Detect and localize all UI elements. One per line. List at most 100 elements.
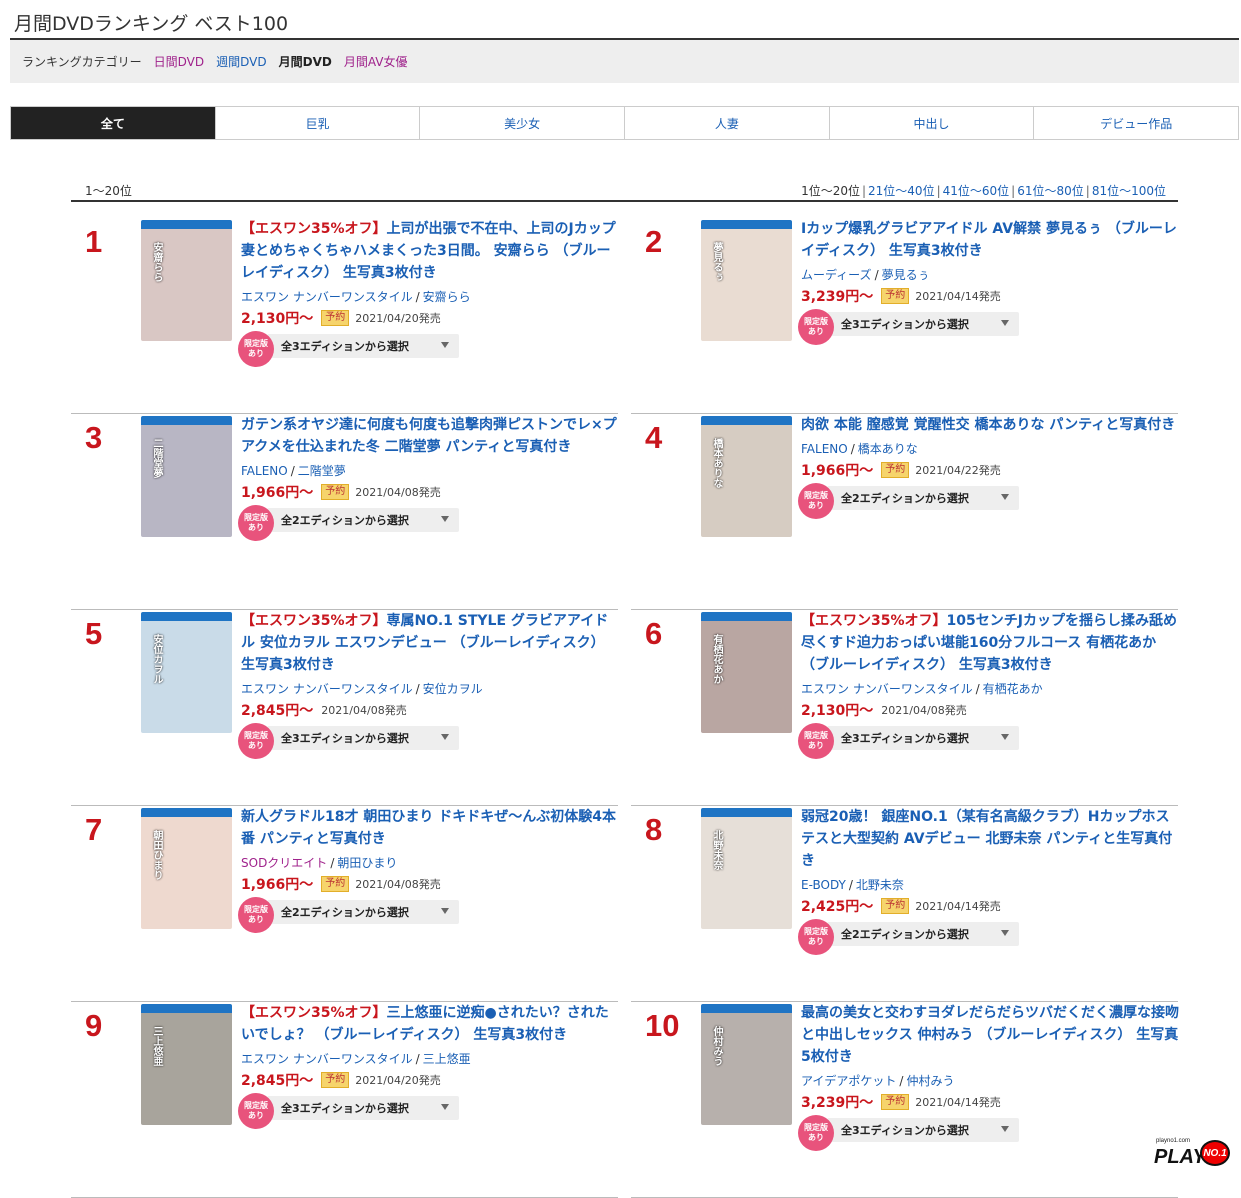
actress-link[interactable]: 夢見るぅ [882,268,930,282]
edition-select[interactable]: 全3エディションから選択 [267,334,459,358]
actress-link[interactable]: 二階堂夢 [298,464,346,478]
edition-select[interactable]: 全2エディションから選択 [827,486,1019,510]
tab-debut[interactable]: デビュー作品 [1034,107,1239,139]
range-21-40-link[interactable]: 21位〜40位 [868,184,935,198]
maker-link[interactable]: FALENO [241,464,288,478]
maker-link[interactable]: アイデアポケット [801,1074,896,1088]
maker-link[interactable]: エスワン ナンバーワンスタイル [241,1052,413,1066]
product-title-link[interactable]: 最高の美女と交わすヨダレだらだらツバだくだく濃厚な接吻と中出しセックス 仲村みう… [801,1002,1181,1068]
product-title-link[interactable]: 新人グラドル18才 朝田ひまり ドキドキぜ〜んぶ初体験4本番 パンティと写真付き [241,806,621,850]
edition-select[interactable]: 全2エディションから選択 [827,922,1019,946]
edition-select[interactable]: 全3エディションから選択 [267,1096,459,1120]
category-weekly-dvd-link[interactable]: 週間DVD [216,53,266,70]
chevron-down-icon [1001,320,1009,326]
actress-link[interactable]: 仲村みう [906,1074,954,1088]
maker-link[interactable]: エスワン ナンバーワンスタイル [241,290,413,304]
product-title[interactable]: 新人グラドル18才 朝田ひまり ドキドキぜ〜んぶ初体験4本番 パンティと写真付き [241,809,616,847]
tab-married-woman[interactable]: 人妻 [625,107,830,139]
edition-select-label: 全2エディションから選択 [841,492,969,505]
range-81-100-link[interactable]: 81位〜100位 [1092,184,1166,198]
product-title[interactable]: 弱冠20歳！ 銀座NO.1（某有名高級クラブ）Hカップホステスと大型契約 AVデ… [801,809,1172,869]
tab-all[interactable]: 全て [11,107,216,139]
actress-link[interactable]: 安位カヲル [423,682,483,696]
chevron-down-icon [1001,1126,1009,1132]
edition-select[interactable]: 全2エディションから選択 [267,900,459,924]
product-cover-image[interactable]: 三上悠亜 [141,1004,232,1125]
edition-select[interactable]: 全3エディションから選択 [267,726,459,750]
ranking-item: 7 朝田ひまり 新人グラドル18才 朝田ひまり ドキドキぜ〜んぶ初体験4本番 パンテ… [71,806,618,1002]
actress-link[interactable]: 安齋らら [423,290,471,304]
maker-link[interactable]: エスワン ナンバーワンスタイル [801,682,973,696]
maker-link[interactable]: エスワン ナンバーワンスタイル [241,682,413,696]
edition-select[interactable]: 全3エディションから選択 [827,312,1019,336]
range-61-80-link[interactable]: 61位〜80位 [1017,184,1084,198]
product-cover-image[interactable]: 有栖花あか [701,612,792,733]
product-title-link[interactable]: 【エスワン35%オフ】上司が出張で不在中、上司のJカップ妻とめちゃくちゃハメまく… [241,218,621,284]
product-title[interactable]: 最高の美女と交わすヨダレだらだらツバだくだく濃厚な接吻と中出しセックス 仲村みう… [801,1005,1179,1065]
product-title-link[interactable]: 弱冠20歳！ 銀座NO.1（某有名高級クラブ）Hカップホステスと大型契約 AVデ… [801,806,1181,872]
product-title-link[interactable]: ガテン系オヤジ達に何度も何度も追撃肉弾ピストンでレ×プアクメを仕込まれた冬 二階… [241,414,621,458]
product-cover-image[interactable]: 橋本ありな [701,416,792,537]
rank-number: 8 [645,812,663,847]
tab-big-breasts[interactable]: 巨乳 [215,107,421,139]
edition-row: 限定版 あり 全3エディションから選択 [238,723,621,759]
chevron-down-icon [441,342,449,348]
product-cover-image[interactable]: 北野未奈 [701,808,792,929]
product-title-link[interactable]: 【エスワン35%オフ】専属NO.1 STYLE グラビアアイドル 安位カヲル エ… [241,610,621,676]
product-cover-image[interactable]: 朝田ひまり [141,808,232,929]
reserve-badge: 予約 [321,876,350,892]
reserve-badge: 予約 [881,462,910,478]
product-title[interactable]: 肉欲 本能 膣感覚 覚醒性交 橋本ありな パンティと写真付き [801,417,1175,433]
tab-beautiful-girl[interactable]: 美少女 [420,107,626,139]
product-title-link[interactable]: 【エスワン35%オフ】105センチJカップを揺らし揉み舐め尽くすド迫力おっぱい堪… [801,610,1181,676]
price-line: 1,966円〜 予約 2021/04/22発売 [801,459,1181,481]
edition-select[interactable]: 全3エディションから選択 [827,726,1019,750]
page-title: 月間DVDランキング ベスト100 [14,13,289,35]
ranking-item: 3 二階堂夢 ガテン系オヤジ達に何度も何度も追撃肉弾ピストンでレ×プアクメを仕込まれ… [71,414,618,610]
product-cover-image[interactable]: 仲村みう [701,1004,792,1125]
category-monthly-actress-link[interactable]: 月間AV女優 [344,53,408,70]
product-cover-image[interactable]: 夢見るぅ [701,220,792,341]
actress-link[interactable]: 橋本ありな [858,442,918,456]
price: 2,845円〜 [241,703,314,719]
edition-select[interactable]: 全2エディションから選択 [267,508,459,532]
product-title-link[interactable]: Iカップ爆乳グラビアアイドル AV解禁 夢見るぅ （ブルーレイディスク） 生写真… [801,218,1181,262]
limited-edition-badge: 限定版 あり [238,723,274,759]
maker-link[interactable]: ムーディーズ [801,268,872,282]
edition-row: 限定版 あり 全2エディションから選択 [798,919,1181,955]
actress-link[interactable]: 北野未奈 [856,878,904,892]
product-title[interactable]: Iカップ爆乳グラビアアイドル AV解禁 夢見るぅ （ブルーレイディスク） 生写真… [801,221,1177,259]
chevron-down-icon [441,908,449,914]
price-line: 3,239円〜 予約 2021/04/14発売 [801,285,1181,307]
edition-row: 限定版 あり 全3エディションから選択 [798,1115,1181,1151]
promo-label: 【エスワン35%オフ】 [241,221,387,237]
limited-edition-badge: 限定版 あり [238,1093,274,1129]
actress-link[interactable]: 朝田ひまり [337,856,397,870]
rank-number: 10 [645,1008,680,1043]
range-41-60-link[interactable]: 41位〜60位 [943,184,1010,198]
maker-link[interactable]: E-BODY [801,878,846,892]
product-cover-image[interactable]: 二階堂夢 [141,416,232,537]
limited-edition-badge: 限定版 あり [238,897,274,933]
reserve-badge: 予約 [321,1072,350,1088]
actress-link[interactable]: 有栖花あか [983,682,1043,696]
product-title[interactable]: ガテン系オヤジ達に何度も何度も追撃肉弾ピストンでレ×プアクメを仕込まれた冬 二階… [241,417,617,455]
maker-link[interactable]: FALENO [801,442,848,456]
limited-edition-badge: 限定版 あり [798,919,834,955]
product-cover-image[interactable]: 安位カヲル [141,612,232,733]
product-title-link[interactable]: 肉欲 本能 膣感覚 覚醒性交 橋本ありな パンティと写真付き [801,414,1181,436]
chevron-down-icon [1001,734,1009,740]
chevron-down-icon [441,1104,449,1110]
product-title-link[interactable]: 【エスワン35%オフ】三上悠亜に逆痴●されたい？されたいでしょ？ （ブルーレイデ… [241,1002,621,1046]
actress-link[interactable]: 三上悠亜 [423,1052,471,1066]
ranking-item: 1 安齋らら 【エスワン35%オフ】上司が出張で不在中、上司のJカップ妻とめちゃくち… [71,218,618,414]
ranking-item: 10 仲村みう 最高の美女と交わすヨダレだらだらツバだくだく濃厚な接吻と中出しセック… [631,1002,1181,1198]
tab-creampie[interactable]: 中出し [829,107,1035,139]
category-label: ランキングカテゴリー [22,55,142,69]
maker-actress-line: エスワン ナンバーワンスタイル / 安位カヲル [241,682,483,696]
product-cover-image[interactable]: 安齋らら [141,220,232,341]
maker-link[interactable]: SODクリエイト [241,856,327,870]
category-daily-dvd-link[interactable]: 日間DVD [154,53,204,70]
edition-row: 限定版 あり 全3エディションから選択 [238,1093,621,1129]
edition-select[interactable]: 全3エディションから選択 [827,1118,1019,1142]
